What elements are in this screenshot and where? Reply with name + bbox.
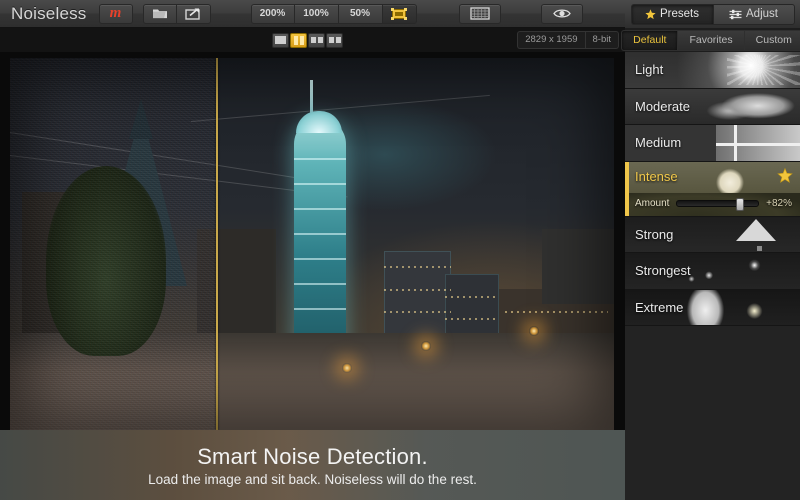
grid-button-group: [459, 4, 501, 24]
fit-to-screen-icon: [391, 8, 407, 20]
view-mode-split-vertical[interactable]: [290, 33, 307, 48]
preview-toggle-button[interactable]: [541, 4, 583, 24]
preview-image[interactable]: [10, 58, 614, 430]
grid-overlay-icon: [470, 7, 490, 20]
preset-tab-custom[interactable]: Custom: [744, 30, 800, 51]
amount-control[interactable]: Amount +82%: [635, 198, 792, 209]
photo-central-tower: [294, 118, 346, 368]
amount-slider-knob[interactable]: [736, 198, 744, 211]
preset-item-strong[interactable]: Strong: [625, 217, 800, 254]
preset-item-medium[interactable]: Medium: [625, 125, 800, 162]
file-button-group: [143, 4, 211, 24]
view-mode-group: [272, 33, 343, 48]
photo-windows: [505, 311, 608, 313]
zoom-200-button[interactable]: 200%: [251, 4, 295, 24]
preset-item-extreme[interactable]: Extreme: [625, 290, 800, 327]
preset-label: Strong: [625, 227, 673, 242]
macphun-m-icon: m: [110, 5, 122, 22]
zoom-100-button[interactable]: 100%: [295, 4, 339, 24]
tab-presets-label: Presets: [660, 8, 699, 20]
preset-label: Strongest: [625, 263, 691, 278]
photo-windows: [445, 318, 499, 320]
preset-tab-bar: Default Favorites Custom: [625, 28, 800, 52]
grid-overlay-button[interactable]: [459, 4, 501, 24]
view-mode-side-by-side[interactable]: [308, 33, 325, 48]
favorite-star-icon[interactable]: [777, 168, 793, 184]
preset-label: Medium: [625, 135, 681, 150]
zoom-50-button[interactable]: 50%: [339, 4, 383, 24]
photo-windows: [445, 296, 499, 298]
photo-windows: [384, 311, 450, 313]
preview-button-group: [541, 4, 583, 24]
logo-button-group: m: [99, 4, 133, 24]
presets-list[interactable]: Light Moderate Medium Intense Amount: [625, 52, 800, 500]
tab-adjust[interactable]: Adjust: [713, 4, 795, 25]
eye-preview-icon: [552, 7, 572, 20]
preset-label: Moderate: [625, 99, 690, 114]
caption-headline: Smart Noise Detection.: [197, 444, 428, 470]
image-dimensions: 2829 x 1959: [517, 31, 584, 49]
preset-item-intense[interactable]: Intense Amount +82%: [625, 162, 800, 217]
preset-tab-favorites[interactable]: Favorites: [677, 30, 743, 51]
folder-open-icon: [152, 7, 168, 20]
zoom-button-group: 200% 100% 50%: [251, 4, 417, 24]
selected-accent-bar: [625, 162, 629, 216]
photo-streetlamp: [421, 341, 431, 351]
view-mode-single[interactable]: [272, 33, 289, 48]
preset-label: Light: [625, 62, 663, 77]
preset-label: Extreme: [625, 300, 683, 315]
share-export-icon: [185, 7, 201, 20]
photo-tree: [46, 166, 166, 356]
amount-label: Amount: [635, 198, 669, 209]
image-canvas[interactable]: Smart Noise Detection. Load the image an…: [0, 52, 625, 500]
image-info-group: 2829 x 1959 8-bit: [517, 31, 625, 49]
sliders-icon: [729, 9, 742, 20]
amount-value: +82%: [766, 198, 792, 209]
caption-subline: Load the image and sit back. Noiseless w…: [148, 472, 477, 487]
preset-tab-default[interactable]: Default: [621, 30, 677, 51]
amount-slider[interactable]: [676, 200, 759, 207]
photo-pyramid-spire: [129, 99, 153, 139]
app-title: Noiseless: [0, 4, 99, 24]
before-after-split-handle[interactable]: [216, 58, 218, 430]
preset-label: Intense: [625, 169, 678, 184]
preset-item-moderate[interactable]: Moderate: [625, 89, 800, 126]
view-mode-stacked[interactable]: [326, 33, 343, 48]
photo-windows: [384, 266, 450, 268]
image-bit-depth: 8-bit: [585, 31, 619, 49]
share-export-button[interactable]: [177, 4, 211, 24]
panel-tab-bar: Presets Adjust: [625, 0, 800, 28]
tab-presets[interactable]: Presets: [631, 4, 713, 25]
view-sub-toolbar: 2829 x 1959 8-bit: [0, 28, 625, 52]
open-file-button[interactable]: [143, 4, 177, 24]
preset-item-light[interactable]: Light: [625, 52, 800, 89]
fit-to-screen-button[interactable]: [383, 4, 417, 24]
app-window: Noiseless m: [0, 0, 800, 500]
star-icon: [645, 9, 656, 20]
tab-adjust-label: Adjust: [746, 8, 778, 20]
photo-windows: [384, 289, 450, 291]
promo-caption: Smart Noise Detection. Load the image an…: [0, 430, 625, 500]
photo-building: [542, 229, 614, 303]
preset-item-strongest[interactable]: Strongest: [625, 253, 800, 290]
macphun-logo-button[interactable]: m: [99, 4, 133, 24]
